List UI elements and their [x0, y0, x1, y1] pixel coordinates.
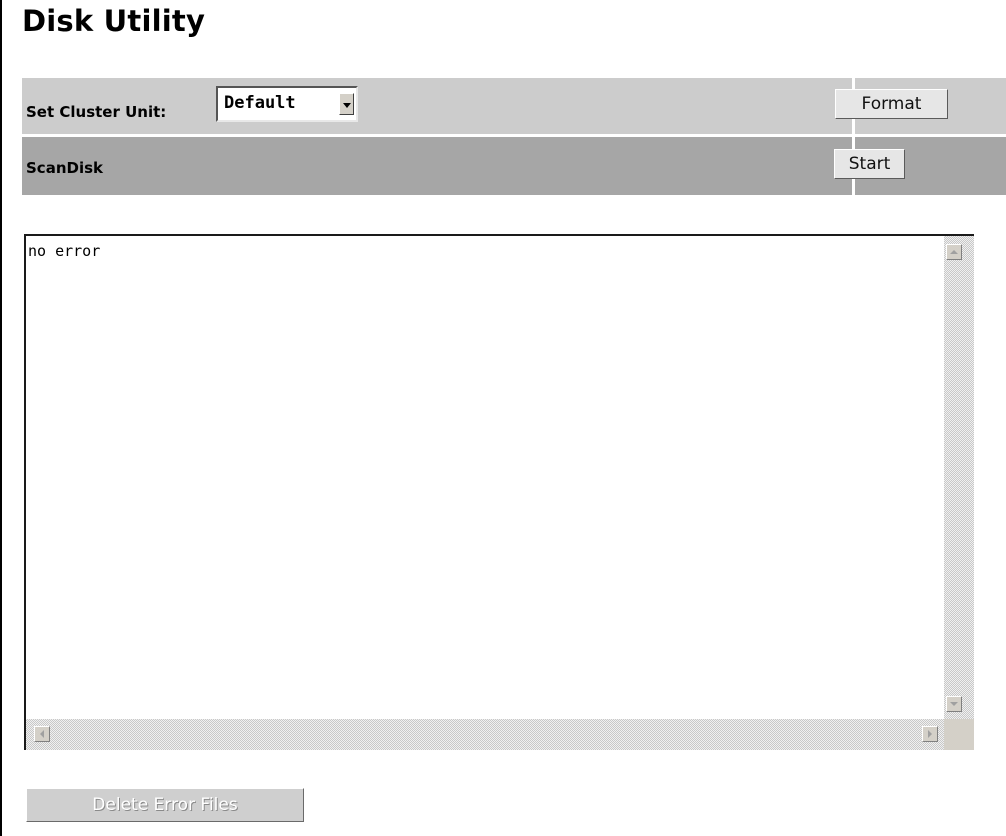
delete-error-files-button[interactable]: Delete Error Files [26, 788, 304, 822]
scroll-right-icon[interactable] [922, 726, 938, 742]
cluster-unit-label: Set Cluster Unit: [26, 103, 167, 121]
scandisk-label: ScanDisk [26, 159, 103, 177]
cluster-row: Set Cluster Unit: Default Format [22, 78, 1006, 134]
scan-log-textarea[interactable]: no error [24, 234, 974, 750]
cluster-unit-select[interactable]: Default [216, 86, 358, 122]
format-button[interactable]: Format [835, 89, 948, 119]
scandisk-row: ScanDisk Start [22, 137, 1006, 195]
scan-log-text: no error [28, 242, 101, 260]
scrollbar-corner [944, 719, 974, 750]
horizontal-scrollbar[interactable] [26, 719, 944, 750]
scroll-left-icon[interactable] [34, 726, 50, 742]
start-button[interactable]: Start [834, 149, 905, 179]
scroll-down-icon[interactable] [946, 696, 962, 712]
vertical-scrollbar[interactable] [944, 236, 974, 719]
left-border [0, 0, 2, 836]
cluster-unit-value: Default [224, 93, 296, 113]
dropdown-arrow-icon[interactable] [339, 93, 354, 115]
page-title: Disk Utility [22, 4, 206, 38]
scroll-up-icon[interactable] [946, 244, 962, 260]
